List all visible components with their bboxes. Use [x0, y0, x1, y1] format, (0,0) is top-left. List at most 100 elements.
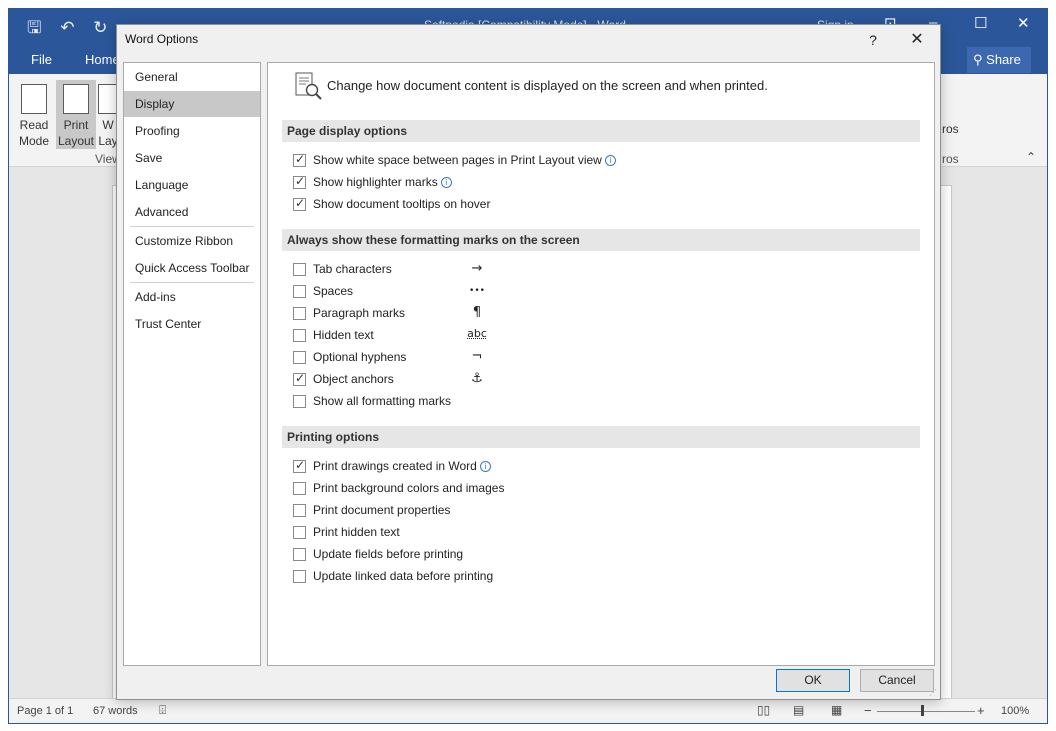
label-object-anchors: Object anchors	[313, 372, 394, 386]
label-update-linked-data: Update linked data before printing	[313, 569, 494, 583]
option-hidden-text[interactable]: Hidden text abc	[293, 327, 893, 345]
option-paragraph-marks[interactable]: Paragraph marks ¶	[293, 305, 893, 323]
checkbox-hidden-text[interactable]	[293, 329, 306, 342]
window-close-icon[interactable]: ✕	[1017, 14, 1030, 32]
tab-arrow-icon: →	[471, 261, 483, 276]
redo-icon[interactable]: ↻	[93, 18, 107, 37]
nav-item-display[interactable]: Display	[124, 91, 260, 117]
option-show-white-space[interactable]: Show white space between pages in Print …	[293, 152, 893, 170]
pilcrow-icon: ¶	[472, 305, 482, 320]
checkbox-optional-hyphens[interactable]	[293, 351, 306, 364]
undo-icon[interactable]: ↶	[60, 18, 74, 37]
checkbox-update-linked-data[interactable]	[293, 570, 306, 583]
option-print-hidden-text[interactable]: Print hidden text	[293, 524, 893, 542]
web-layout-view-icon[interactable]: ▦	[831, 703, 842, 717]
options-nav: General Display Proofing Save Language A…	[123, 62, 261, 666]
web-layout-icon	[98, 84, 118, 114]
option-print-drawings[interactable]: Print drawings created in Wordi	[293, 458, 893, 476]
share-button[interactable]: ⚲ Share	[967, 47, 1031, 73]
label-spaces: Spaces	[313, 284, 354, 298]
label-hidden-text: Hidden text	[313, 328, 374, 342]
help-button[interactable]: ?	[862, 29, 884, 51]
checkbox-print-background[interactable]	[293, 482, 306, 495]
display-description: Change how document content is displayed…	[327, 78, 768, 93]
zoom-out-icon[interactable]: −	[864, 703, 872, 718]
option-tab-characters[interactable]: Tab characters →	[293, 261, 893, 279]
option-object-anchors[interactable]: Object anchors ⚓	[293, 371, 893, 389]
nav-item-proofing[interactable]: Proofing	[124, 118, 260, 144]
word-options-dialog: Word Options ? ✕ General Display Proofin…	[116, 24, 941, 700]
checkbox-tab-characters[interactable]	[293, 263, 306, 276]
label-show-tooltips: Show document tooltips on hover	[313, 197, 491, 211]
info-icon: i	[604, 155, 616, 166]
nav-item-quick-access-toolbar[interactable]: Quick Access Toolbar	[124, 255, 260, 281]
collapse-ribbon-icon[interactable]: ⌃	[1026, 150, 1036, 164]
print-layout-button[interactable]: Print Layout	[56, 80, 96, 149]
read-mode-label-1: Read	[19, 118, 49, 132]
web-layout-button[interactable]: W Lay	[98, 80, 118, 149]
nav-separator	[130, 282, 254, 283]
option-print-properties[interactable]: Print document properties	[293, 502, 893, 520]
zoom-level[interactable]: 100%	[1001, 705, 1029, 717]
page-count[interactable]: Page 1 of 1	[17, 705, 73, 717]
read-mode-view-icon[interactable]: ▯▯	[757, 703, 770, 717]
proofing-icon[interactable]: ⌹	[159, 703, 166, 718]
label-print-drawings: Print drawings created in Word	[313, 459, 477, 473]
display-magnifier-icon	[295, 72, 322, 100]
nav-item-trust-center[interactable]: Trust Center	[124, 311, 260, 337]
option-show-tooltips[interactable]: Show document tooltips on hover	[293, 196, 893, 214]
macros-label[interactable]: ros	[942, 122, 959, 136]
checkbox-print-properties[interactable]	[293, 504, 306, 517]
dialog-close-button[interactable]: ✕	[905, 28, 929, 52]
option-print-background[interactable]: Print background colors and images	[293, 480, 893, 498]
zoom-in-icon[interactable]: +	[977, 703, 985, 718]
display-options-panel: Change how document content is displayed…	[267, 62, 935, 666]
checkbox-show-highlighter[interactable]	[293, 174, 306, 189]
checkbox-show-white-space[interactable]	[293, 152, 306, 167]
option-update-linked-data[interactable]: Update linked data before printing	[293, 568, 893, 586]
checkbox-print-hidden-text[interactable]	[293, 526, 306, 539]
checkbox-object-anchors[interactable]	[293, 371, 306, 386]
zoom-slider[interactable]	[877, 711, 975, 712]
checkbox-paragraph-marks[interactable]	[293, 307, 306, 320]
nav-item-advanced[interactable]: Advanced	[124, 199, 260, 225]
section-formatting-marks: Always show these formatting marks on th…	[282, 229, 920, 251]
read-mode-button[interactable]: Read Mode	[14, 80, 54, 149]
info-icon: i	[440, 177, 452, 188]
nav-item-customize-ribbon[interactable]: Customize Ribbon	[124, 228, 260, 254]
nav-item-add-ins[interactable]: Add-ins	[124, 284, 260, 310]
label-optional-hyphens: Optional hyphens	[313, 350, 407, 364]
print-layout-icon	[63, 84, 89, 114]
hidden-text-icon: abc	[467, 327, 487, 340]
option-show-highlighter[interactable]: Show highlighter marksi	[293, 174, 893, 192]
print-layout-view-icon[interactable]: ▤	[793, 703, 804, 717]
zoom-slider-thumb[interactable]	[921, 705, 924, 716]
tab-home[interactable]: Home	[85, 52, 120, 67]
tab-file[interactable]: File	[31, 52, 52, 67]
nav-item-language[interactable]: Language	[124, 172, 260, 198]
option-spaces[interactable]: Spaces •••	[293, 283, 893, 301]
label-update-fields: Update fields before printing	[313, 547, 464, 561]
space-dots-icon: •••	[469, 286, 485, 296]
person-icon: ⚲	[973, 52, 983, 67]
maximize-icon[interactable]: ☐	[974, 14, 987, 32]
cancel-button[interactable]: Cancel	[860, 669, 934, 692]
save-icon[interactable]: 🖫	[27, 18, 41, 37]
checkbox-print-drawings[interactable]	[293, 458, 306, 473]
word-count[interactable]: 67 words	[93, 705, 138, 717]
resize-grip-icon[interactable]: ⋰	[929, 688, 937, 697]
checkbox-show-all-marks[interactable]	[293, 395, 306, 408]
ok-button[interactable]: OK	[776, 669, 850, 692]
checkbox-spaces[interactable]	[293, 285, 306, 298]
nav-item-save[interactable]: Save	[124, 145, 260, 171]
nav-item-general[interactable]: General	[124, 64, 260, 90]
label-tab-characters: Tab characters	[313, 262, 392, 276]
option-update-fields[interactable]: Update fields before printing	[293, 546, 893, 564]
option-show-all-marks[interactable]: Show all formatting marks	[293, 393, 893, 411]
option-optional-hyphens[interactable]: Optional hyphens ¬	[293, 349, 893, 367]
section-page-display: Page display options	[282, 120, 920, 142]
label-show-all-marks: Show all formatting marks	[313, 394, 452, 408]
status-bar: Page 1 of 1 67 words ⌹ ▯▯ ▤ ▦ − + 100%	[9, 698, 1047, 723]
checkbox-show-tooltips[interactable]	[293, 196, 306, 211]
checkbox-update-fields[interactable]	[293, 548, 306, 561]
